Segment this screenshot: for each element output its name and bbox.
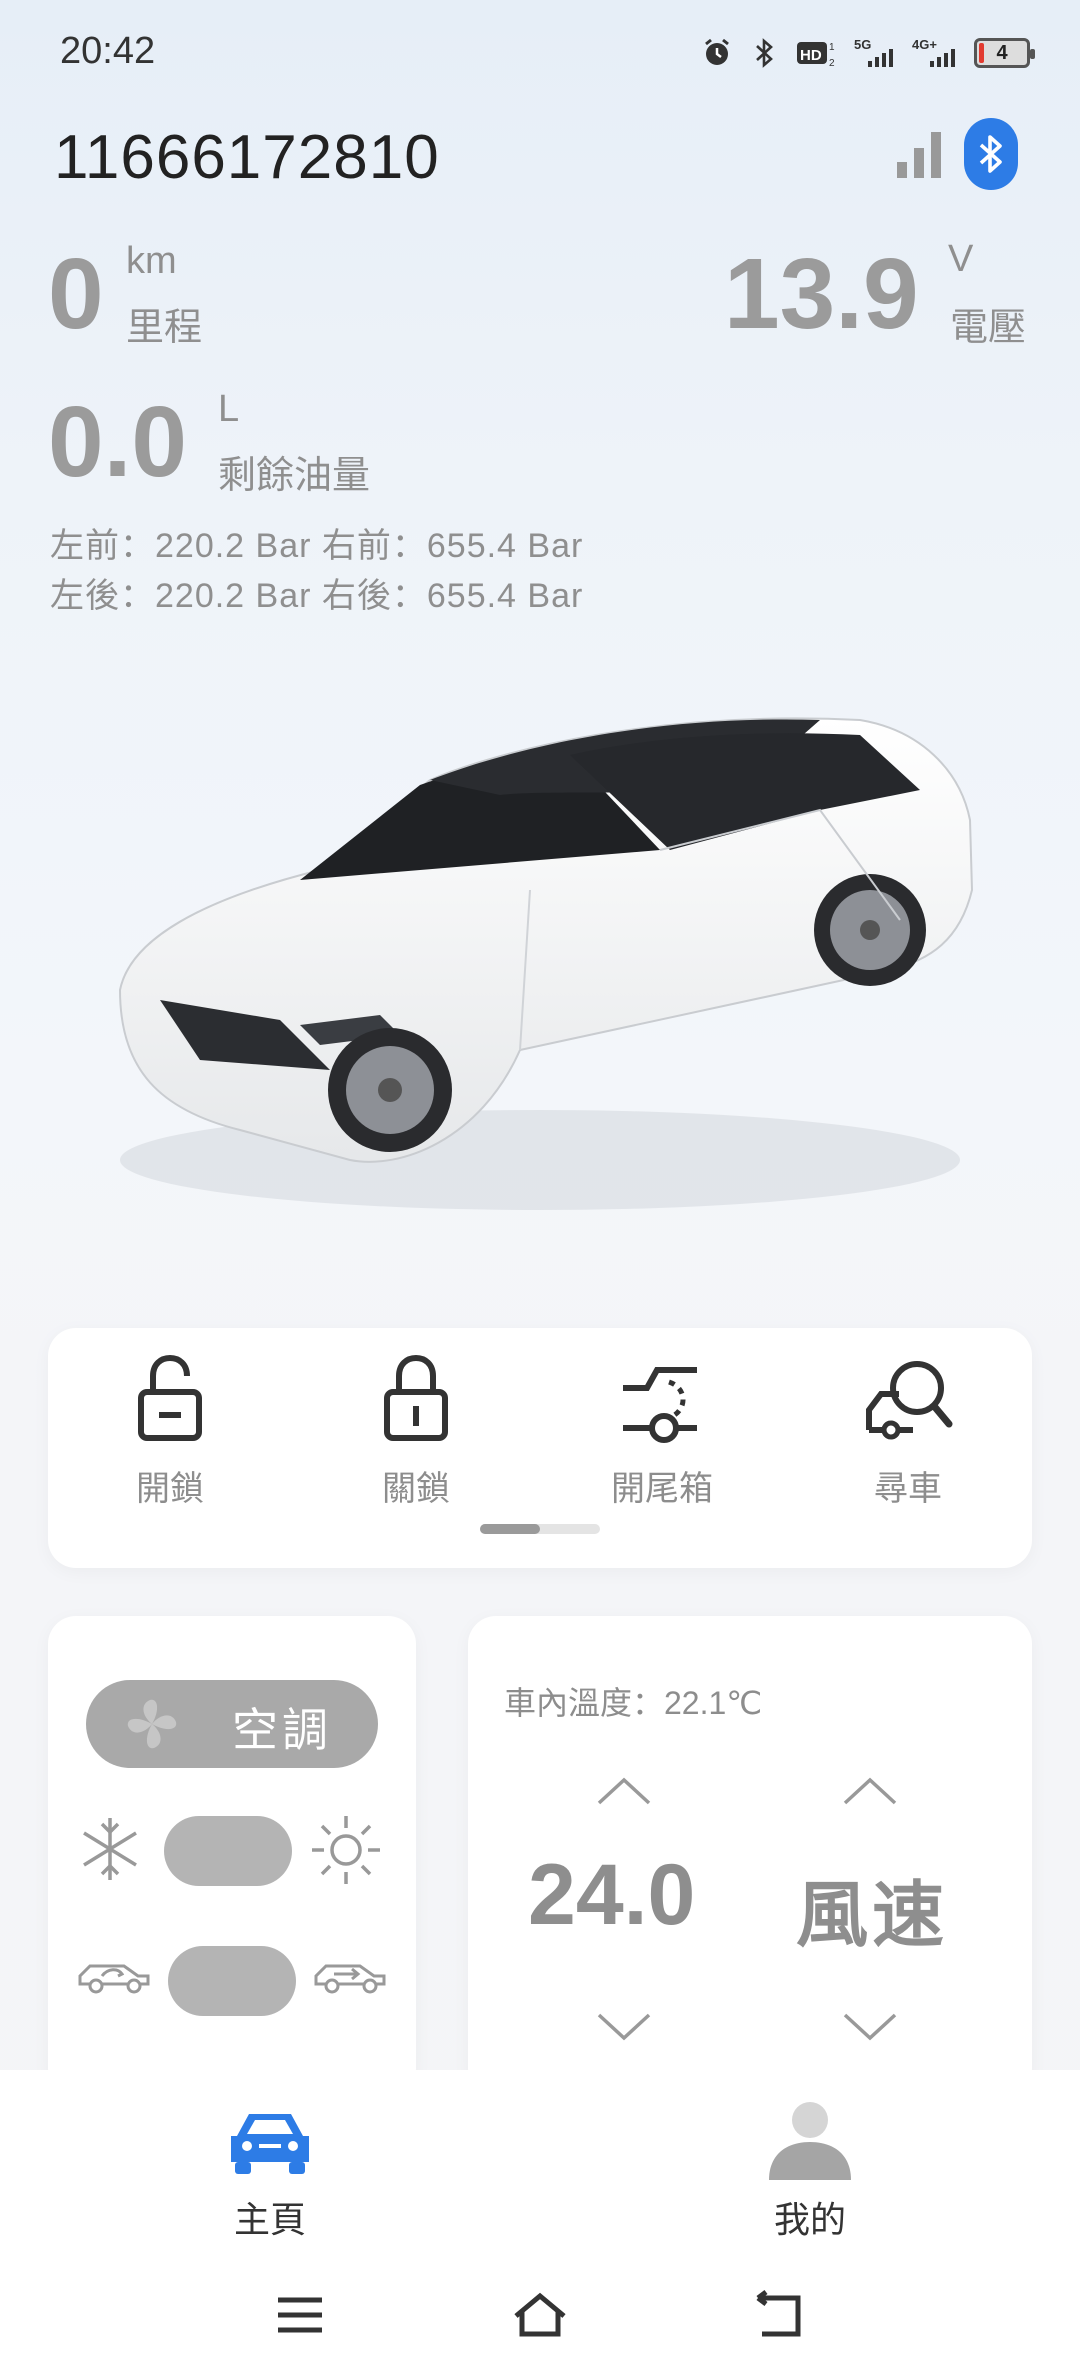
find-car-label: 尋車 [874, 1470, 942, 1508]
car-image [118, 717, 974, 1210]
mileage-unit: km [126, 240, 177, 282]
open-trunk-label: 開尾箱 [611, 1470, 713, 1508]
tab-profile-label: 我的 [773, 2199, 846, 2240]
tire-pressure-front: 左前：220.2 Bar 右前：655.4 Bar [50, 527, 584, 565]
status-time: 20:42 [60, 30, 156, 72]
voltage-label: 電壓 [950, 307, 1027, 349]
hd-text: HD [800, 47, 822, 64]
open-trunk-button[interactable]: 開尾箱 [572, 1348, 752, 1510]
4g-signal-icon: 4G+ [912, 36, 960, 70]
car-icon [231, 2114, 309, 2174]
air-inner-circulation-icon[interactable] [76, 1952, 152, 1998]
fuel-label: 剩餘油量 [218, 455, 371, 497]
status-bar: 20:42 HD 1 2 5G 4G+ 4 [0, 0, 1080, 110]
fan-icon [127, 1699, 177, 1749]
unlock-icon [138, 1354, 202, 1441]
ac-toggle-button[interactable]: 空調 [86, 1680, 378, 1768]
snowflake-icon[interactable] [78, 1814, 142, 1884]
bluetooth-icon [748, 36, 782, 70]
temperature-card: 車內溫度：22.1℃ 24.0 風速 [468, 1616, 1032, 2096]
4g-label: 4G+ [912, 37, 937, 52]
trunk-icon [623, 1367, 697, 1443]
signal-bars-icon [895, 128, 945, 180]
5g-label: 5G [854, 37, 871, 52]
5g-signal-icon: 5G [854, 36, 898, 70]
voltage-value: 13.9 [724, 238, 919, 350]
status-icons: HD 1 2 5G 4G+ 4 [700, 36, 1035, 70]
fan-speed-label: 風速 [796, 1876, 949, 1956]
bluetooth-connect-button[interactable] [964, 118, 1018, 190]
circulation-toggle[interactable] [168, 1946, 296, 2016]
cool-toggle[interactable] [164, 1816, 292, 1886]
voltage-unit: V [948, 238, 974, 280]
menu-icon[interactable] [270, 2290, 330, 2340]
fan-speed-up-button[interactable] [842, 1776, 898, 1806]
quick-actions-card: 開鎖 關鎖 開尾箱 尋車 [48, 1328, 1032, 1568]
fan-speed-down-button[interactable] [842, 2012, 898, 2042]
air-outer-circulation-icon[interactable] [312, 1952, 388, 1998]
bluetooth-icon [979, 135, 1002, 173]
find-car-button[interactable]: 尋車 [818, 1348, 998, 1510]
pager-active-segment [480, 1524, 540, 1534]
unlock-button[interactable]: 開鎖 [80, 1348, 260, 1510]
lock-label: 關鎖 [382, 1470, 450, 1508]
ac-card: 空調 [48, 1616, 416, 2096]
tire-pressure-rear: 左後：220.2 Bar 右後：655.4 Bar [50, 577, 584, 615]
temp-up-button[interactable] [596, 1776, 652, 1806]
sun-icon[interactable] [308, 1812, 384, 1888]
lock-icon [384, 1354, 448, 1441]
actions-pager[interactable] [480, 1524, 600, 1534]
tab-profile[interactable]: 我的 [710, 2100, 910, 2243]
cabin-temperature: 車內溫度：22.1℃ [504, 1685, 763, 1721]
back-icon[interactable] [750, 2290, 810, 2340]
mileage-label: 里程 [126, 307, 203, 349]
hd-icon: HD 1 2 [796, 36, 840, 70]
user-icon [769, 2102, 851, 2180]
lock-button[interactable]: 關鎖 [326, 1348, 506, 1510]
battery-indicator: 4 [974, 38, 1035, 68]
svg-text:1: 1 [829, 42, 835, 53]
temp-down-button[interactable] [596, 2012, 652, 2042]
temperature-setpoint: 24.0 [528, 1847, 696, 1943]
alarm-icon [700, 36, 734, 70]
tab-home-label: 主頁 [233, 2199, 306, 2240]
mileage-value: 0 [48, 238, 104, 350]
device-id: 11666172810 [54, 123, 440, 192]
battery-value: 4 [996, 41, 1008, 64]
tab-home[interactable]: 主頁 [170, 2100, 370, 2243]
battery-level [979, 43, 984, 63]
svg-text:2: 2 [829, 58, 835, 68]
find-car-icon [866, 1361, 953, 1440]
fuel-value: 0.0 [48, 386, 188, 498]
unlock-label: 開鎖 [136, 1470, 204, 1508]
ac-label: 空調 [232, 1704, 332, 1756]
fuel-unit: L [218, 388, 240, 430]
home-icon[interactable] [510, 2290, 570, 2340]
